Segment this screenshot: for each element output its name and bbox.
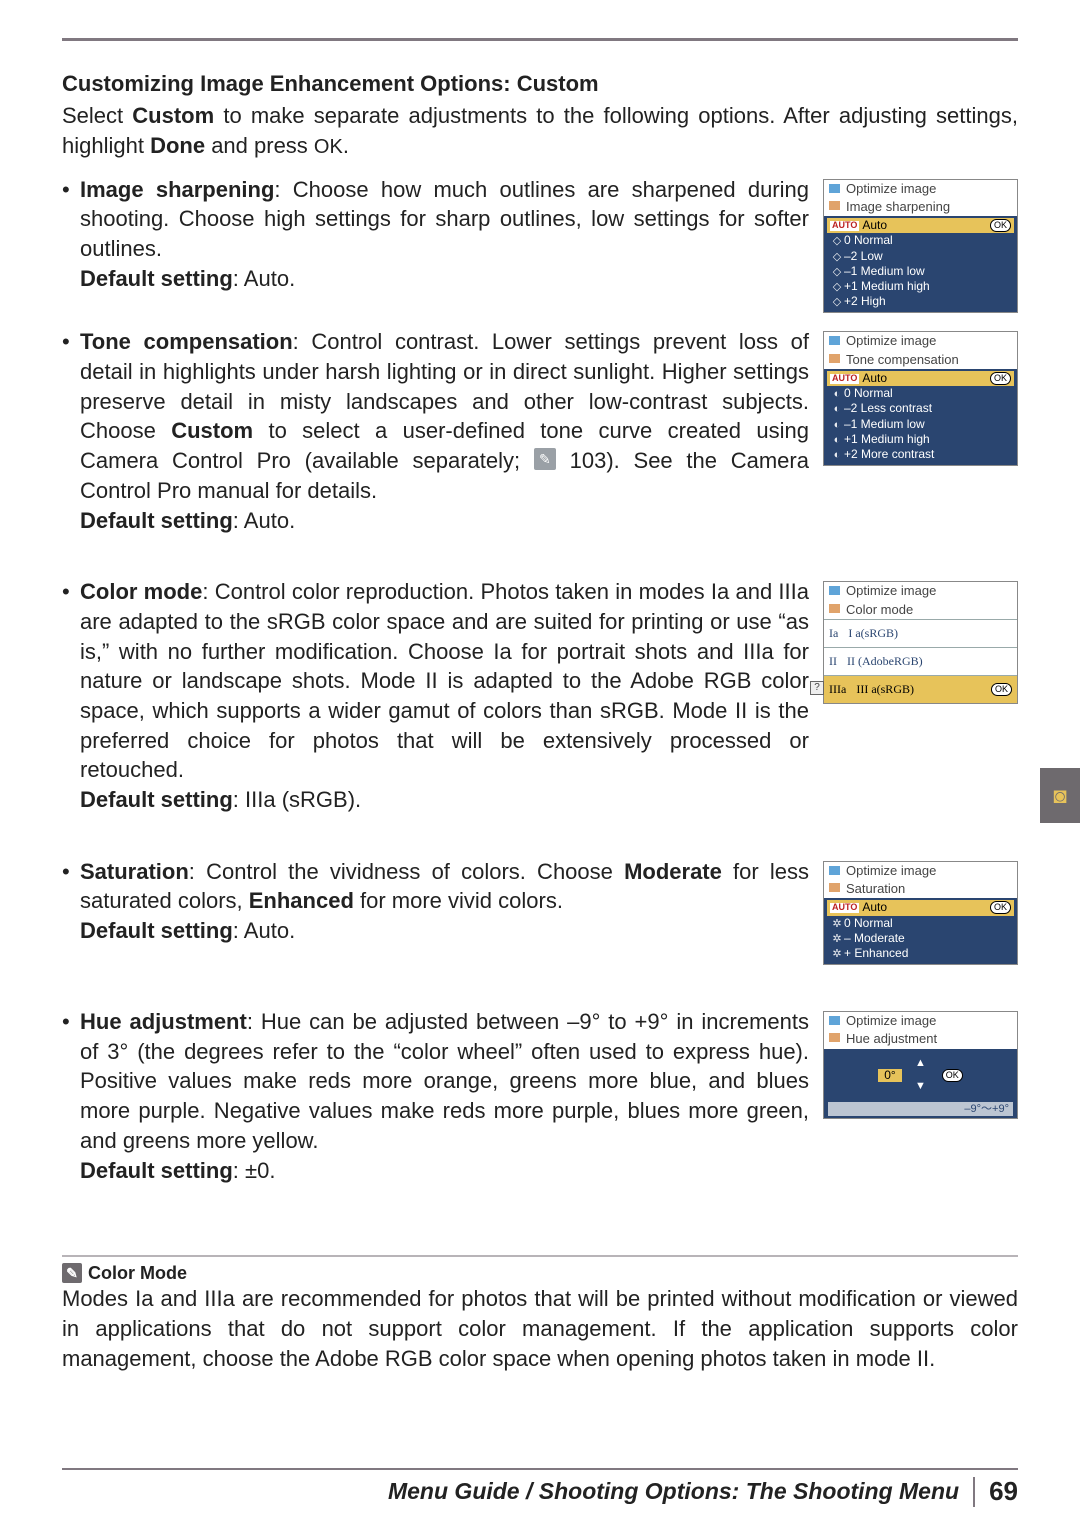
ok-pill: OK [991,683,1012,696]
opt-5: +2 High [844,294,886,308]
page-number: 69 [989,1476,1018,1507]
opt-2: –2 Less contrast [844,401,932,415]
screen-subtitle: Saturation [824,880,1017,898]
opt-3: –1 Medium low [844,417,925,431]
color-screen: Optimize image Color mode Ia I a(sRGB) II… [823,577,1018,704]
default-label: Default setting [80,787,233,812]
top-rule [62,38,1018,41]
saturation-text: • Saturation: Control the vividness of c… [62,857,809,946]
hue-label: Hue adjustment [80,1009,247,1034]
lead-paragraph: Select Custom to make separate adjustmen… [62,101,1018,161]
ok-pill: OK [990,219,1011,232]
screen-title: Optimize image [824,862,1017,880]
footer-text: Menu Guide / Shooting Options: The Shoot… [388,1478,959,1505]
hue-range: –9°～+9° [828,1102,1013,1116]
color-text: • Color mode: Control color reproduction… [62,577,809,815]
text: : Control color reproduction. Photos tak… [80,579,809,782]
ok-glyph: OK [314,136,343,158]
screen-title: Optimize image [824,1012,1017,1030]
cm-val-1: II (AdobeRGB) [847,655,923,668]
thumb-tab: ◙ [1040,768,1080,823]
opt-1: 0 Normal [844,916,893,930]
opt-3: + Enhanced [844,946,908,960]
default-value: : ±0. [233,1158,276,1183]
screen-title: Optimize image [824,180,1017,198]
enhanced-word: Enhanced [249,888,354,913]
hue-text: • Hue adjustment: Hue can be adjusted be… [62,1007,809,1185]
cm-key-2: IIIa [829,683,846,696]
note-heading: Color Mode [62,1263,1018,1284]
default-label: Default setting [80,1158,233,1183]
sharpening-block: • Image sharpening: Choose how much outl… [62,175,1018,314]
arrow-down-icon: ▼ [828,1082,1013,1092]
opt-4: +1 Medium high [844,279,930,293]
screen-subtitle: Hue adjustment [824,1030,1017,1048]
screen-title: Optimize image [824,582,1017,600]
opt-3: –1 Medium low [844,264,925,278]
default-value: : IIIa (sRGB). [233,787,361,812]
saturation-screen: Optimize image Saturation AUTOAutoOK ✲0 … [823,857,1018,965]
sharpening-label: Image sharpening [80,177,274,202]
opt-2: – Moderate [844,931,905,945]
default-value: : Auto. [233,508,295,533]
screen-subtitle: Image sharpening [824,198,1017,216]
text: Select [62,103,132,128]
sharpening-screen: Optimize image Image sharpening AUTOAuto… [823,175,1018,314]
screen-subtitle: Color mode [824,601,1017,619]
tone-block: • Tone compensation: Control contrast. L… [62,327,1018,535]
note-body: Modes Ia and IIIa are recommended for ph… [62,1284,1018,1373]
color-block: • Color mode: Control color reproduction… [62,577,1018,815]
hue-value: 0° [878,1069,901,1082]
content-area: Customizing Image Enhancement Options: C… [62,38,1018,1469]
cm-val-2: III a(sRGB) [856,683,914,696]
color-label: Color mode [80,579,202,604]
screen-subtitle: Tone compensation [824,351,1017,369]
opt-1: 0 Normal [844,386,893,400]
cm-key-0: Ia [829,627,838,640]
opt-1: 0 Normal [844,233,893,247]
hue-block: • Hue adjustment: Hue can be adjusted be… [62,1007,1018,1185]
arrow-up-icon: ▲ [828,1059,1013,1069]
default-value: : Auto. [233,918,295,943]
custom-word: Custom [132,103,214,128]
opt-5: +2 More contrast [844,447,934,461]
done-word: Done [150,133,205,158]
cm-val-0: I a(sRGB) [848,627,898,640]
default-label: Default setting [80,918,233,943]
camera-icon: ◙ [1053,783,1066,809]
saturation-block: • Saturation: Control the vividness of c… [62,857,1018,965]
footer-divider [973,1477,975,1507]
tone-label: Tone compensation [80,329,293,354]
page-ref-icon: ✎ [534,448,556,470]
moderate-word: Moderate [624,859,722,884]
text: and press [205,133,314,158]
cm-key-1: II [829,655,837,668]
ok-pill: OK [942,1069,963,1082]
screen-title: Optimize image [824,332,1017,350]
hue-screen: Optimize image Hue adjustment ▲ 0° OK ▼ … [823,1007,1018,1119]
sharpening-text: • Image sharpening: Choose how much outl… [62,175,809,294]
default-label: Default setting [80,508,233,533]
ok-pill: OK [990,901,1011,914]
custom-word: Custom [171,418,253,443]
tone-screen: Optimize image Tone compensation AUTOAut… [823,327,1018,466]
default-label: Default setting [80,266,233,291]
note-rule [62,1255,1018,1257]
opt-auto: Auto [862,218,887,232]
help-icon: ? [810,681,824,695]
footer: Menu Guide / Shooting Options: The Shoot… [62,1468,1018,1507]
opt-auto: Auto [862,371,887,385]
saturation-label: Saturation [80,859,189,884]
opt-4: +1 Medium high [844,432,930,446]
opt-auto: Auto [862,900,887,914]
tone-text: • Tone compensation: Control contrast. L… [62,327,809,535]
manual-page: ◙ Customizing Image Enhancement Options:… [0,0,1080,1529]
ok-pill: OK [990,372,1011,385]
text: : Control the vividness of colors. Choos… [189,859,624,884]
section-heading: Customizing Image Enhancement Options: C… [62,71,1018,97]
opt-2: –2 Low [844,249,883,263]
default-value: : Auto. [233,266,295,291]
text: . [343,133,349,158]
text: for more vivid colors. [354,888,563,913]
